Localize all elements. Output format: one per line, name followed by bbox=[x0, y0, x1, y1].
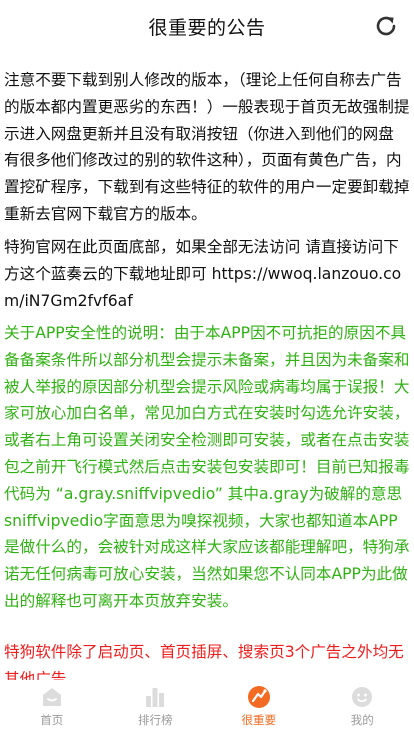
bar-chart-icon bbox=[142, 684, 168, 710]
tab-ranking-label: 排行榜 bbox=[138, 713, 173, 727]
tab-important[interactable]: 很重要 bbox=[207, 680, 311, 736]
page-title: 很重要的公告 bbox=[148, 16, 266, 39]
tab-important-label: 很重要 bbox=[241, 713, 277, 727]
tab-mine[interactable]: 我的 bbox=[311, 680, 414, 736]
home-icon bbox=[39, 684, 65, 710]
security-notice-paragraph: 关于APP安全性的说明：由于本APP因不可抗拒的原因不具备备案条件所以部分机型会… bbox=[4, 324, 410, 610]
tab-ranking[interactable]: 排行榜 bbox=[104, 680, 208, 736]
ad-notice-paragraph: 特狗软件除了启动页、首页插屏、搜索页3个广告之外均无其他广告 bbox=[4, 643, 404, 680]
refresh-icon bbox=[376, 16, 396, 36]
bottom-tab-bar: 首页 排行榜 很重要 我的 bbox=[0, 680, 414, 736]
official-site-paragraph: 特狗官网在此页面底部，如果全部无法访问 请直接访问下方这个蓝奏云的下载地址即可 … bbox=[4, 238, 402, 310]
smiley-face-icon bbox=[349, 684, 375, 710]
tab-mine-label: 我的 bbox=[350, 713, 374, 727]
warning-paragraph: 注意不要下载到别人修改的版本，（理论上任何自称去广告的版本都内置更恶劣的东西！）… bbox=[4, 71, 410, 223]
refresh-button[interactable] bbox=[370, 10, 402, 42]
top-header: 很重要的公告 bbox=[0, 0, 414, 52]
tab-home-label: 首页 bbox=[40, 713, 64, 727]
announcement-content: 注意不要下载到别人修改的版本，（理论上任何自称去广告的版本都内置更恶劣的东西！）… bbox=[0, 52, 414, 680]
important-icon bbox=[246, 684, 272, 710]
tab-home[interactable]: 首页 bbox=[0, 680, 104, 736]
